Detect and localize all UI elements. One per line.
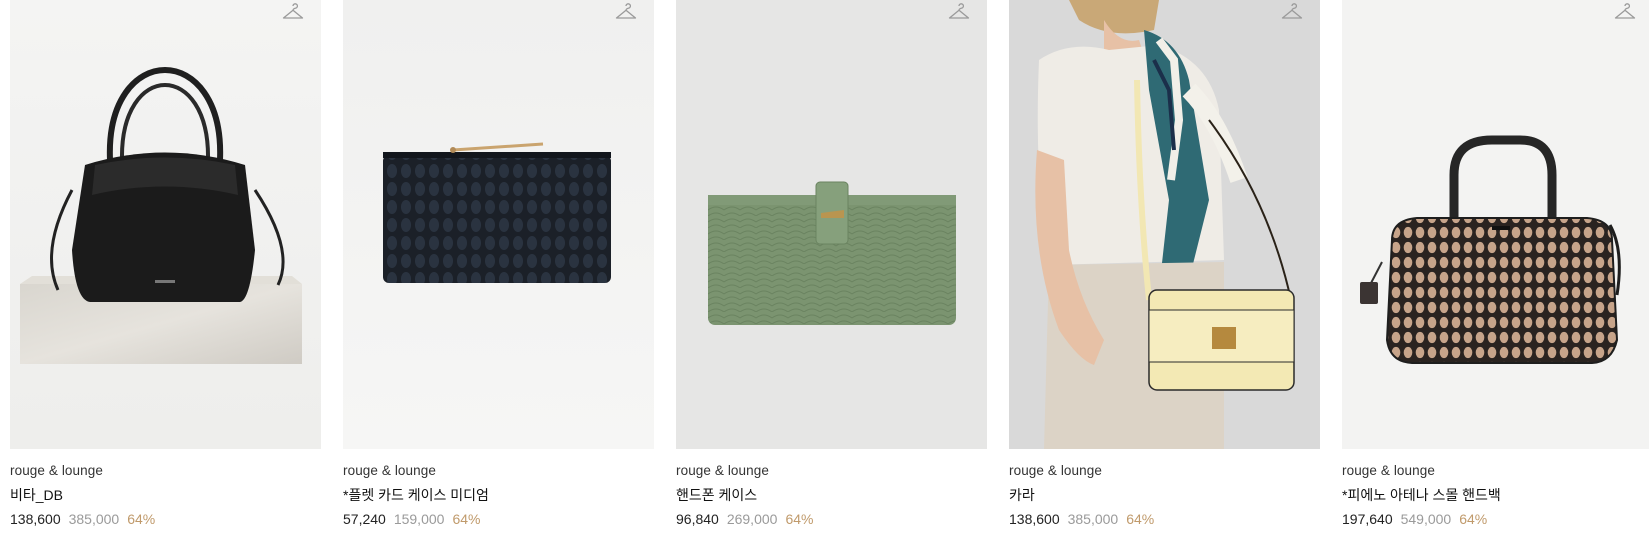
discount-rate: 64%: [785, 511, 814, 527]
discount-rate: 64%: [1459, 511, 1488, 527]
hanger-icon[interactable]: [281, 0, 305, 24]
navy-zip-pouch-image: [343, 0, 654, 449]
product-image[interactable]: [343, 0, 654, 449]
product-image[interactable]: [1009, 0, 1320, 449]
product-name[interactable]: *플렛 카드 케이스 미디엄: [343, 486, 654, 504]
product-brand[interactable]: rouge & lounge: [1009, 462, 1320, 480]
product-name[interactable]: 핸드폰 케이스: [676, 486, 987, 504]
green-phone-wallet-image: [676, 0, 987, 449]
product-grid: rouge & lounge 비타_DB 138,600 385,000 64%: [10, 0, 1649, 528]
black-drawstring-tote-image: [10, 0, 321, 449]
original-price: 269,000: [726, 511, 778, 527]
original-price: 159,000: [393, 511, 445, 527]
product-card[interactable]: rouge & lounge 비타_DB 138,600 385,000 64%: [10, 0, 321, 528]
product-name[interactable]: 카라: [1009, 486, 1320, 504]
original-price: 549,000: [1400, 511, 1452, 527]
hanger-icon[interactable]: [947, 0, 971, 24]
price-row: 138,600 385,000 64%: [1009, 510, 1320, 528]
product-card[interactable]: rouge & lounge *플렛 카드 케이스 미디엄 57,240 159,…: [343, 0, 654, 528]
price-row: 57,240 159,000 64%: [343, 510, 654, 528]
product-card[interactable]: rouge & lounge 핸드폰 케이스 96,840 269,000 64%: [676, 0, 987, 528]
original-price: 385,000: [68, 511, 120, 527]
sale-price: 57,240: [343, 511, 386, 527]
product-name[interactable]: *피에노 아테나 스몰 핸드백: [1342, 486, 1649, 504]
hanger-icon[interactable]: [1613, 0, 1637, 24]
product-card[interactable]: rouge & lounge 카라 138,600 385,000 64%: [1009, 0, 1320, 528]
dotted-boston-bag-image: [1342, 0, 1649, 449]
sale-price: 197,640: [1342, 511, 1393, 527]
price-row: 138,600 385,000 64%: [10, 510, 321, 528]
hanger-icon[interactable]: [614, 0, 638, 24]
discount-rate: 64%: [452, 511, 481, 527]
sale-price: 138,600: [10, 511, 61, 527]
sale-price: 138,600: [1009, 511, 1060, 527]
product-brand[interactable]: rouge & lounge: [676, 462, 987, 480]
original-price: 385,000: [1067, 511, 1119, 527]
product-brand[interactable]: rouge & lounge: [1342, 462, 1649, 480]
price-row: 96,840 269,000 64%: [676, 510, 987, 528]
product-brand[interactable]: rouge & lounge: [343, 462, 654, 480]
product-image[interactable]: [676, 0, 987, 449]
product-image[interactable]: [1342, 0, 1649, 449]
product-image[interactable]: [10, 0, 321, 449]
model-shoulder-bag-image: [1009, 0, 1320, 449]
hanger-icon[interactable]: [1280, 0, 1304, 24]
product-name[interactable]: 비타_DB: [10, 486, 321, 504]
sale-price: 96,840: [676, 511, 719, 527]
product-card[interactable]: rouge & lounge *피에노 아테나 스몰 핸드백 197,640 54…: [1342, 0, 1649, 528]
discount-rate: 64%: [1126, 511, 1155, 527]
price-row: 197,640 549,000 64%: [1342, 510, 1649, 528]
discount-rate: 64%: [127, 511, 156, 527]
product-brand[interactable]: rouge & lounge: [10, 462, 321, 480]
